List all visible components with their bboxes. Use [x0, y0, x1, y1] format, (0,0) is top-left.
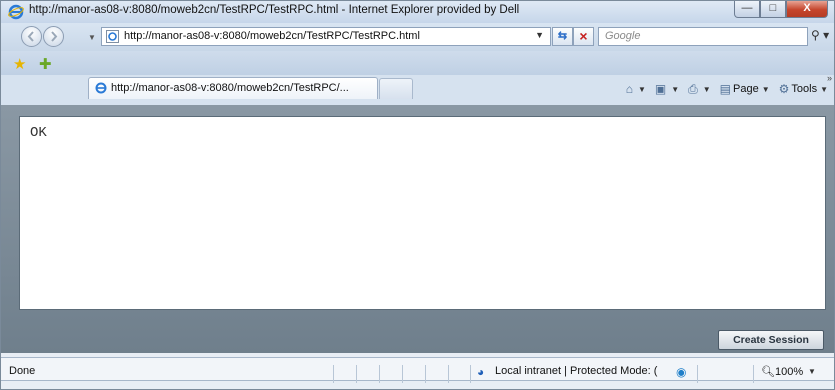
tab-testrpc[interactable]: http://manor-as08-v:8080/moweb2cn/TestRP…: [88, 77, 378, 99]
status-divider: [379, 365, 380, 383]
tools-menu[interactable]: ⚙ Tools ▼: [779, 82, 828, 96]
output-panel: OK: [19, 116, 826, 310]
page-viewport: OK Create Session: [1, 105, 834, 353]
tab-label: http://manor-as08-v:8080/moweb2cn/TestRP…: [111, 82, 349, 94]
search-button[interactable]: ⚲ ▾: [811, 28, 829, 42]
title-bar: http://manor-as08-v:8080/moweb2cn/TestRP…: [1, 1, 834, 23]
print-button[interactable]: ⎙ ▼: [688, 82, 711, 97]
intranet-globe-icon: ◕: [477, 365, 485, 379]
add-favorites-icon[interactable]: ✚: [39, 55, 52, 73]
minimize-button[interactable]: —: [734, 1, 760, 18]
page-favicon-icon: [106, 30, 119, 43]
status-divider: [333, 365, 334, 383]
address-bar[interactable]: http://manor-as08-v:8080/moweb2cn/TestRP…: [101, 27, 551, 46]
command-bar: ⌂ ▼ ▣ ▼ ⎙ ▼ ▤ Page ▼ ⚙ Tools ▼: [617, 81, 828, 97]
security-zone[interactable]: Local intranet | Protected Mode: (: [495, 365, 657, 377]
status-divider: [402, 365, 403, 383]
close-button[interactable]: X: [786, 1, 828, 18]
tab-toolbar: ★ ✚ http://manor-as08-v:8080/moweb2cn/Te…: [1, 51, 834, 105]
gear-icon: ⚙: [778, 82, 790, 96]
home-button[interactable]: ⌂ ▼: [626, 82, 646, 96]
tab-toolbar-background: [1, 51, 834, 75]
search-placeholder: Google: [605, 30, 641, 42]
toolbar-overflow-chevron[interactable]: »: [827, 73, 832, 83]
maximize-button[interactable]: □: [760, 1, 786, 18]
page-background: OK Create Session: [1, 105, 834, 353]
recent-pages-dropdown[interactable]: ▼: [88, 33, 96, 42]
new-tab-button[interactable]: [379, 78, 413, 99]
address-url[interactable]: http://manor-as08-v:8080/moweb2cn/TestRP…: [124, 30, 420, 42]
status-divider: [753, 365, 754, 383]
page-menu-label: Page: [733, 83, 759, 95]
feeds-button[interactable]: ▣ ▼: [655, 82, 679, 96]
search-icon: ⚲: [811, 28, 820, 42]
window-title: http://manor-as08-v:8080/moweb2cn/TestRP…: [29, 4, 520, 16]
refresh-button[interactable]: ⇆: [552, 27, 573, 46]
browser-window: http://manor-as08-v:8080/moweb2cn/TestRP…: [0, 0, 835, 390]
back-arrow-icon: [27, 31, 34, 42]
search-input[interactable]: Google: [598, 27, 808, 46]
status-bar: Done ◕ Local intranet | Protected Mode: …: [1, 353, 834, 389]
stop-button[interactable]: ×: [573, 27, 594, 46]
ie-logo-icon: [95, 82, 107, 94]
create-session-button[interactable]: Create Session: [718, 330, 824, 350]
zoom-level[interactable]: 🔍︎100%: [761, 365, 803, 378]
output-text: OK: [30, 125, 47, 141]
status-cells: Done ◕ Local intranet | Protected Mode: …: [1, 357, 834, 383]
stop-icon: ×: [579, 28, 588, 44]
page-menu[interactable]: ▤ Page ▼: [720, 82, 770, 96]
feeds-icon: ▣: [654, 82, 667, 96]
ie-logo-icon: [8, 4, 24, 20]
forward-button[interactable]: [43, 26, 64, 47]
home-icon: ⌂: [625, 82, 633, 96]
window-controls: — □ X: [734, 1, 828, 19]
address-dropdown[interactable]: ▼: [535, 30, 544, 40]
status-text: Done: [9, 365, 36, 377]
favorites-star-icon[interactable]: ★: [13, 55, 26, 73]
forward-arrow-icon: [51, 31, 58, 42]
status-divider: [425, 365, 426, 383]
print-icon: ⎙: [688, 81, 698, 96]
status-divider: [697, 365, 698, 383]
status-divider: [470, 365, 471, 383]
refresh-icon: ⇆: [557, 30, 568, 42]
back-button[interactable]: [21, 26, 42, 47]
protected-mode-icon[interactable]: ◉: [676, 365, 686, 379]
status-divider: [448, 365, 449, 383]
zoom-dropdown[interactable]: ▼: [808, 367, 816, 376]
zoom-value: 100%: [774, 366, 804, 378]
status-divider: [356, 365, 357, 383]
magnifier-icon: 🔍︎: [761, 366, 775, 378]
tools-menu-label: Tools: [791, 83, 818, 95]
address-toolbar: ▼ http://manor-as08-v:8080/moweb2cn/Test…: [1, 23, 834, 51]
page-icon: ▤: [719, 82, 731, 96]
